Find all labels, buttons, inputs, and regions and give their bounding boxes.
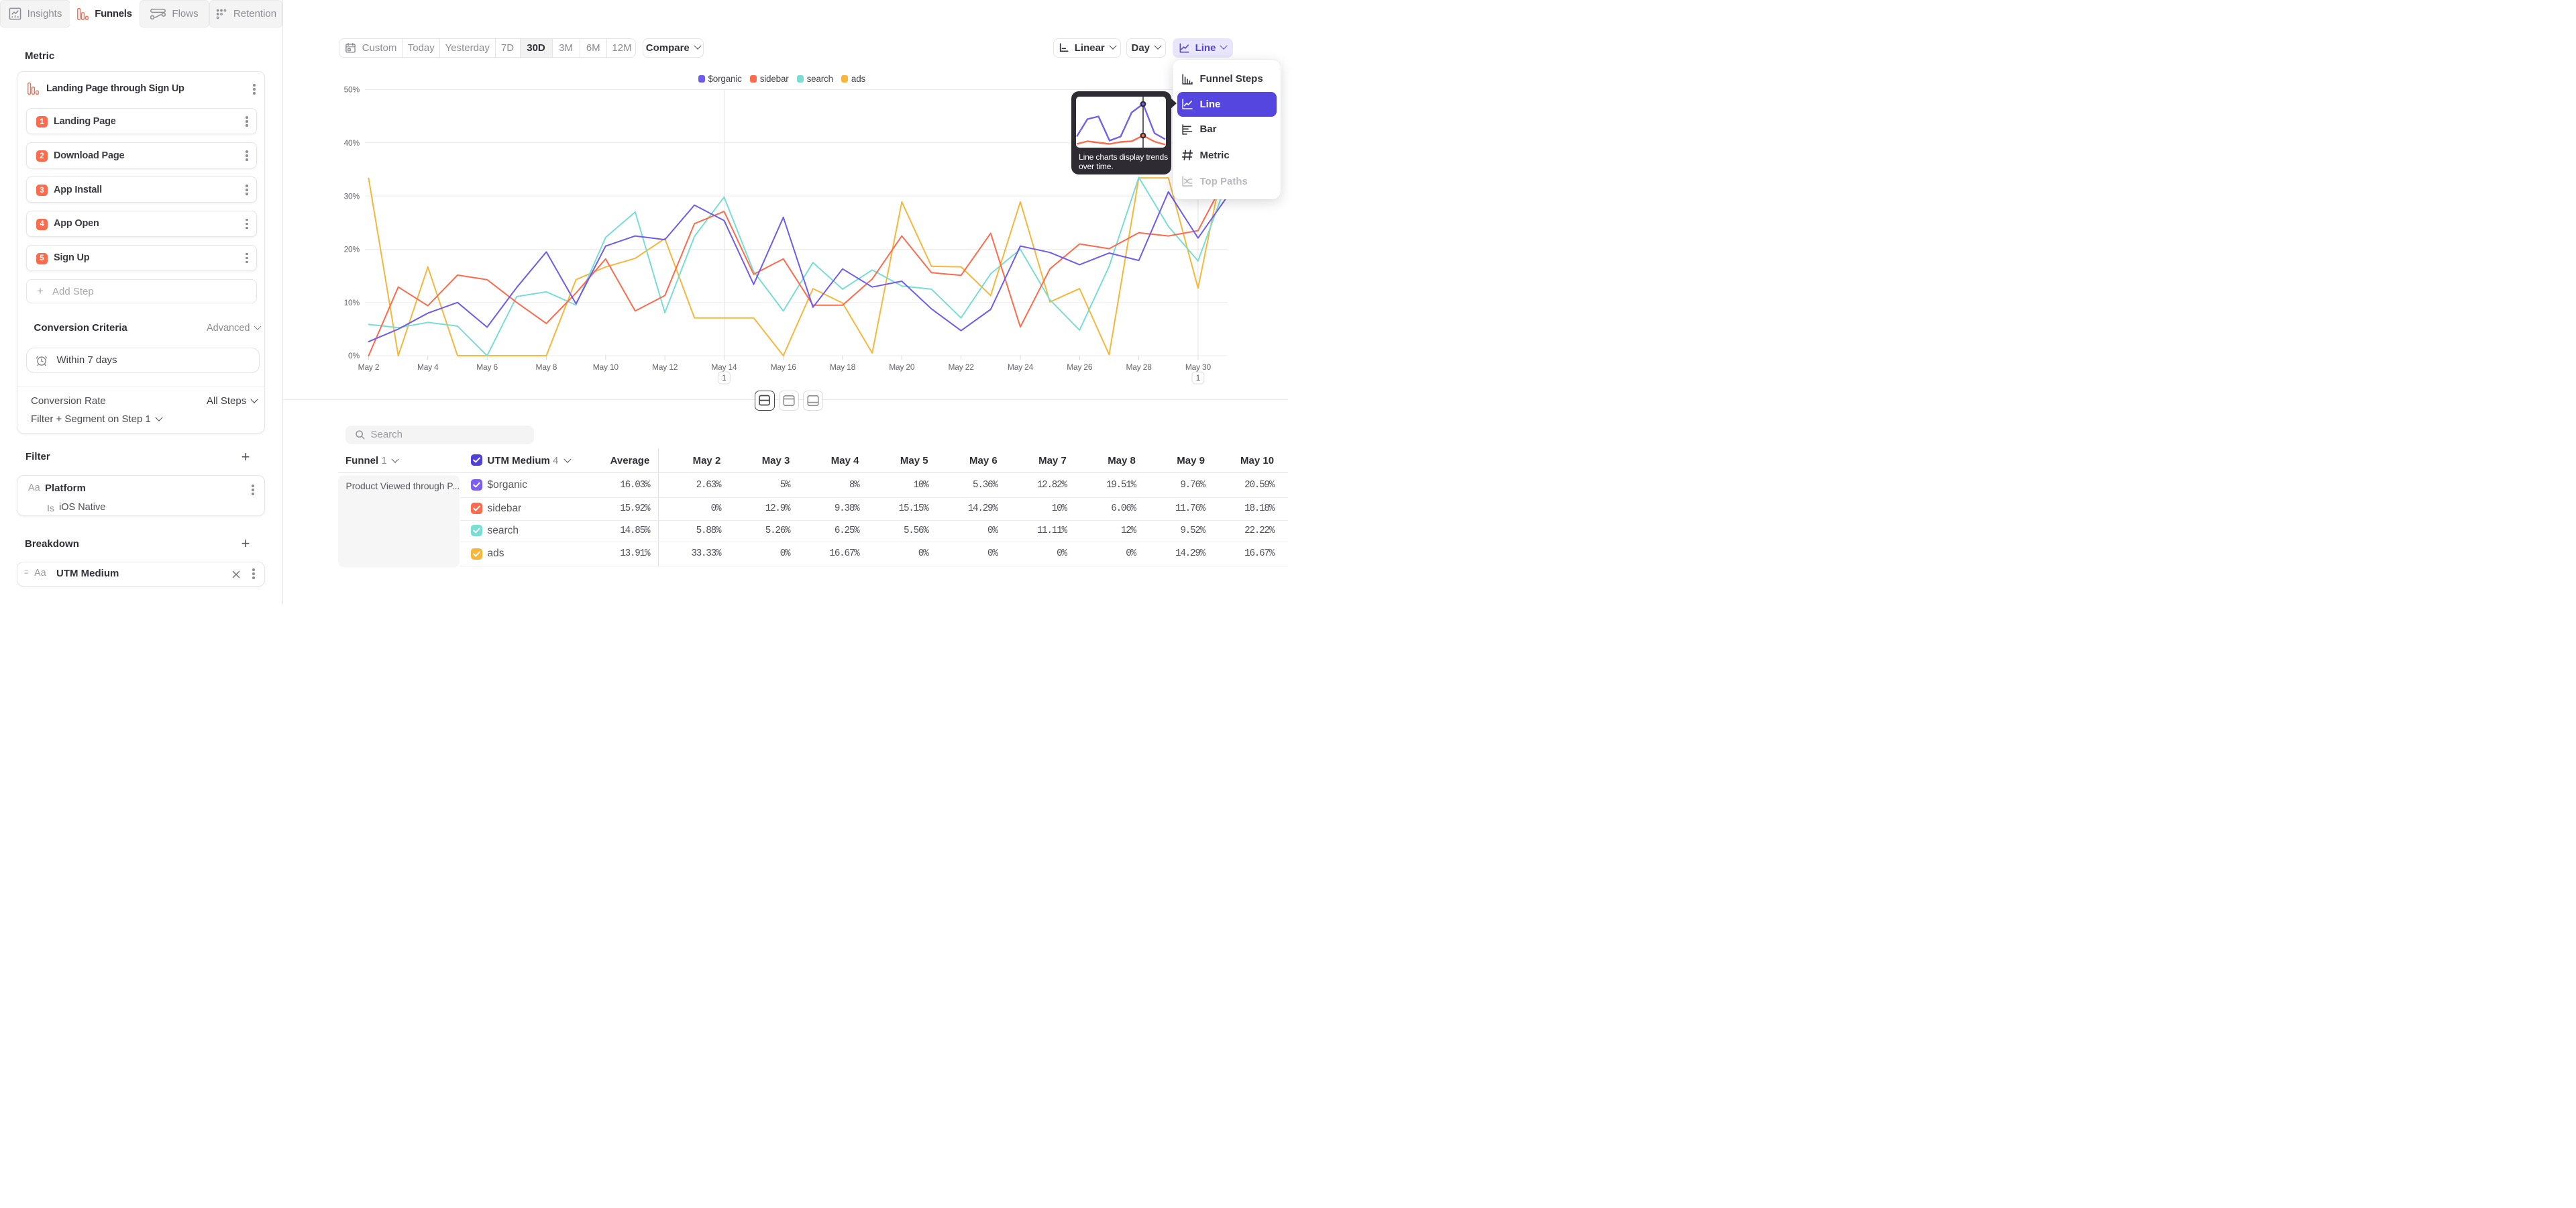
svg-text:1: 1 [1196, 374, 1200, 383]
svg-text:May 12: May 12 [652, 362, 678, 372]
svg-text:1: 1 [722, 374, 726, 383]
svg-text:May 28: May 28 [1126, 362, 1152, 372]
svg-text:May 22: May 22 [949, 362, 975, 372]
svg-text:May 8: May 8 [536, 362, 557, 372]
svg-text:0%: 0% [348, 351, 360, 360]
svg-text:30%: 30% [344, 191, 360, 201]
svg-text:20%: 20% [344, 245, 360, 254]
svg-text:40%: 40% [344, 138, 360, 148]
svg-text:May 4: May 4 [417, 362, 439, 372]
svg-text:May 2: May 2 [358, 362, 380, 372]
svg-text:May 20: May 20 [889, 362, 915, 372]
svg-text:May 30: May 30 [1185, 362, 1212, 372]
svg-text:May 14: May 14 [711, 362, 737, 372]
svg-text:May 18: May 18 [830, 362, 856, 372]
svg-text:May 16: May 16 [771, 362, 797, 372]
svg-text:May 10: May 10 [593, 362, 619, 372]
svg-text:May 24: May 24 [1008, 362, 1034, 372]
svg-text:50%: 50% [344, 85, 360, 95]
svg-text:May 6: May 6 [476, 362, 498, 372]
svg-text:May 26: May 26 [1067, 362, 1093, 372]
svg-text:10%: 10% [344, 298, 360, 307]
